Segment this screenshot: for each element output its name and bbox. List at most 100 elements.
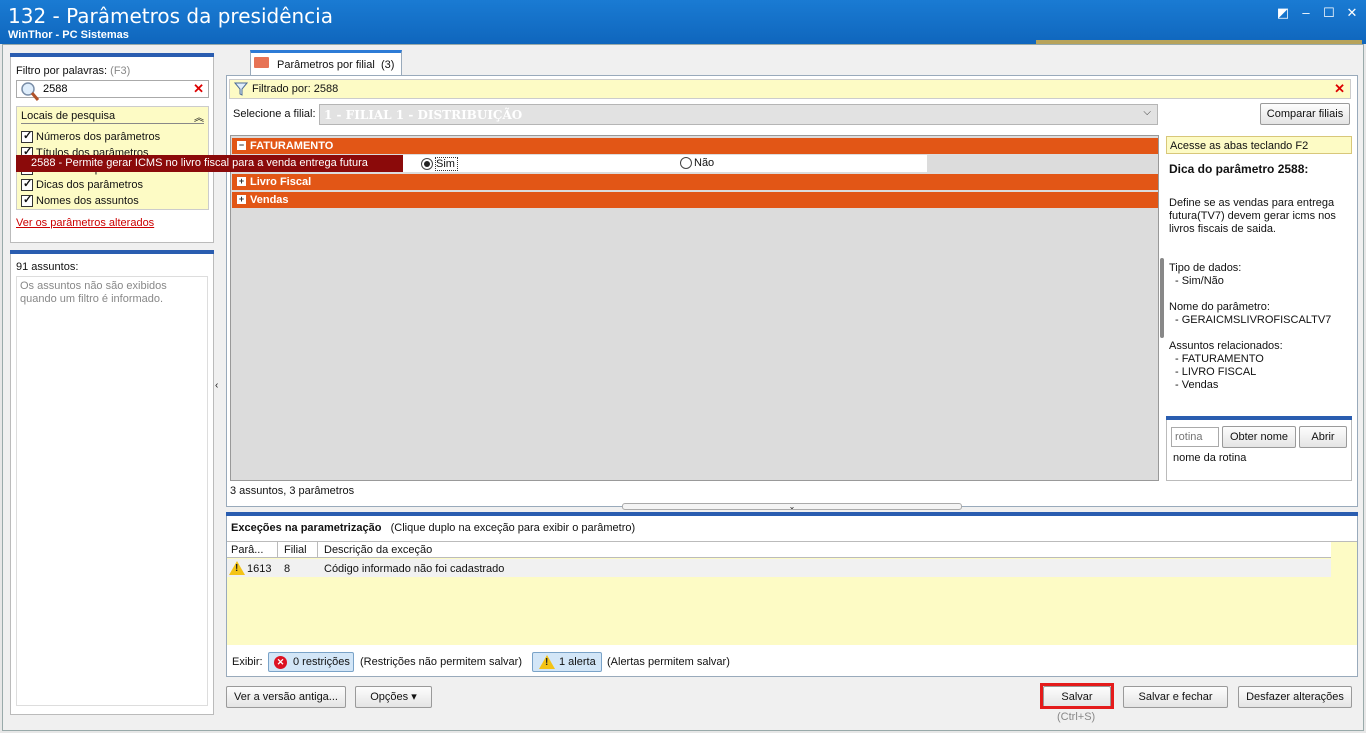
options-label: Opções xyxy=(370,691,409,703)
clear-filter-icon[interactable]: ✕ xyxy=(1334,81,1345,97)
options-button[interactable]: Opções ▾ xyxy=(355,686,432,708)
search-icon xyxy=(21,82,40,101)
column-separator xyxy=(277,542,278,558)
collapse-up-icon[interactable]: ︽ xyxy=(194,109,204,124)
checkbox-assuntos[interactable]: Nomes dos assuntos xyxy=(21,193,139,208)
collapse-icon[interactable]: − xyxy=(237,141,246,150)
altered-params-link[interactable]: Ver os parâmetros alterados xyxy=(16,217,154,229)
group-title: Vendas xyxy=(250,194,289,206)
abrir-button[interactable]: Abrir xyxy=(1299,426,1347,448)
alertas-toggle[interactable]: 1 alerta xyxy=(532,652,602,672)
warning-icon xyxy=(229,561,245,575)
parameter-description: 2588 - Permite gerar ICMS no livro fisca… xyxy=(16,155,403,172)
checkbox-label: Nomes dos assuntos xyxy=(36,195,139,207)
radio-unselected-icon[interactable] xyxy=(680,157,692,169)
close-icon[interactable]: ✕ xyxy=(1343,5,1361,21)
compare-filiais-button[interactable]: Comparar filiais xyxy=(1260,103,1350,125)
subjects-note: Os assuntos não são exibidos quando um f… xyxy=(20,280,167,305)
subjects-panel: 91 assuntos: Os assuntos não são exibido… xyxy=(10,250,214,715)
filial-label: Selecione a filial: xyxy=(233,108,316,120)
expand-icon[interactable]: + xyxy=(237,177,246,186)
restricoes-toggle[interactable]: ✕ 0 restrições xyxy=(268,652,354,672)
rotina-name: nome da rotina xyxy=(1173,452,1247,464)
window-title: 132 - Parâmetros da presidência xyxy=(8,4,333,28)
group-title: FATURAMENTO xyxy=(250,140,334,152)
exception-param: 1613 xyxy=(247,563,272,575)
filial-select[interactable]: 1 - FILIAL 1 - DISTRIBUIÇÃO ⌵ xyxy=(319,104,1158,125)
window-subtitle: WinThor - PC Sistemas xyxy=(8,29,129,41)
group-livro-fiscal[interactable]: + Livro Fiscal xyxy=(232,174,1158,190)
help-tipo-label: Tipo de dados: xyxy=(1169,262,1242,274)
parameters-grid: − FATURAMENTO + Livro Fiscal + Vendas xyxy=(230,135,1159,481)
radio-nao-label: Não xyxy=(694,157,715,169)
subjects-count: 91 assuntos: xyxy=(16,261,79,273)
help-assunto-item: - FATURAMENTO xyxy=(1175,353,1264,365)
horizontal-splitter[interactable]: ⌄ xyxy=(622,502,962,511)
radio-sim[interactable]: Sim xyxy=(421,157,458,171)
checkbox-icon[interactable] xyxy=(21,129,33,143)
alertas-label: 1 alerta xyxy=(559,656,596,668)
filter-panel: Filtro por palavras: (F3) ✕ Locais de pe… xyxy=(10,53,214,243)
alertas-note: (Alertas permitem salvar) xyxy=(607,656,730,668)
checkbox-numeros[interactable]: Números dos parâmetros xyxy=(21,129,161,144)
minimize-icon[interactable]: – xyxy=(1297,5,1315,21)
search-input[interactable] xyxy=(43,82,183,96)
expand-icon[interactable]: + xyxy=(237,195,246,204)
help-assunto-item: - LIVRO FISCAL xyxy=(1175,366,1257,378)
group-vendas[interactable]: + Vendas xyxy=(232,192,1158,208)
help-description: Define se as vendas para entrega futura(… xyxy=(1169,197,1336,235)
group-title: Livro Fiscal xyxy=(250,176,312,188)
checkbox-dicas[interactable]: Dicas dos parâmetros xyxy=(21,177,143,192)
checkbox-icon[interactable] xyxy=(21,177,33,191)
folder-icon xyxy=(254,57,269,68)
hint-box: Acesse as abas teclando F2 xyxy=(1166,136,1352,154)
column-filial[interactable]: Filial xyxy=(284,544,307,556)
tab-parametros-por-filial[interactable]: Parâmetros por filial (3) xyxy=(250,50,402,75)
exceptions-title: Exceções na parametrização (Clique duplo… xyxy=(231,522,636,534)
help-assunto-item: - Vendas xyxy=(1175,379,1219,391)
column-descricao[interactable]: Descrição da exceção xyxy=(324,544,432,556)
collapse-left-icon[interactable]: ‹ xyxy=(215,380,218,391)
subjects-list[interactable]: Os assuntos não são exibidos quando um f… xyxy=(16,276,208,706)
old-version-button[interactable]: Ver a versão antiga... xyxy=(226,686,346,708)
search-locations-title: Locais de pesquisa xyxy=(21,110,116,122)
exception-filial: 8 xyxy=(284,563,291,575)
dropdown-arrow-icon: ▾ xyxy=(411,691,417,703)
exibir-label: Exibir: xyxy=(232,656,263,668)
chevron-down-icon[interactable]: ⌵ xyxy=(1143,107,1151,118)
clear-search-icon[interactable]: ✕ xyxy=(193,81,204,97)
column-param[interactable]: Parâ... xyxy=(231,544,263,556)
maximize-icon[interactable]: ☐ xyxy=(1320,5,1338,21)
help-nome-label: Nome do parâmetro: xyxy=(1169,301,1270,313)
checkbox-label: Números dos parâmetros xyxy=(36,131,161,143)
checkbox-icon[interactable] xyxy=(21,193,33,207)
column-separator xyxy=(317,542,318,558)
restricoes-label: 0 restrições xyxy=(293,656,350,668)
save-shortcut: (Ctrl+S) xyxy=(1057,711,1096,723)
exception-row[interactable]: 1613 8 Código informado não foi cadastra… xyxy=(227,559,1331,577)
undo-changes-button[interactable]: Desfazer alterações xyxy=(1238,686,1352,708)
search-box: ✕ xyxy=(16,80,209,101)
radio-sim-label: Sim xyxy=(435,157,458,171)
checkbox-label: Dicas dos parâmetros xyxy=(36,179,143,191)
rotina-input[interactable] xyxy=(1171,427,1219,447)
obter-nome-button[interactable]: Obter nome xyxy=(1222,426,1296,448)
restore-layout-icon[interactable]: ◩ xyxy=(1274,5,1292,21)
exception-desc: Código informado não foi cadastrado xyxy=(324,563,505,575)
radio-selected-icon[interactable] xyxy=(421,158,433,170)
title-bar: 132 - Parâmetros da presidência WinThor … xyxy=(0,0,1366,44)
filter-label: Filtro por palavras: (F3) xyxy=(16,65,131,77)
group-faturamento[interactable]: − FATURAMENTO xyxy=(232,138,1158,154)
filter-bar-text: Filtrado por: 2588 xyxy=(252,83,339,95)
chevron-down-icon[interactable]: ⌄ xyxy=(789,502,796,511)
restricoes-note: (Restrições não permitem salvar) xyxy=(360,656,522,668)
funnel-icon xyxy=(234,82,248,96)
exceptions-grid: Parâ... Filial Descrição da exceção 1613… xyxy=(227,541,1357,645)
radio-nao[interactable]: Não xyxy=(680,157,714,169)
help-splitter[interactable] xyxy=(1160,258,1164,338)
save-close-button[interactable]: Salvar e fechar xyxy=(1123,686,1228,708)
help-assuntos-label: Assuntos relacionados: xyxy=(1169,340,1283,352)
left-splitter[interactable]: ‹ xyxy=(214,290,222,490)
search-locations-header[interactable]: Locais de pesquisa ︽ xyxy=(21,110,204,124)
parameter-row[interactable]: 2588 - Permite gerar ICMS no livro fisca… xyxy=(15,155,927,172)
